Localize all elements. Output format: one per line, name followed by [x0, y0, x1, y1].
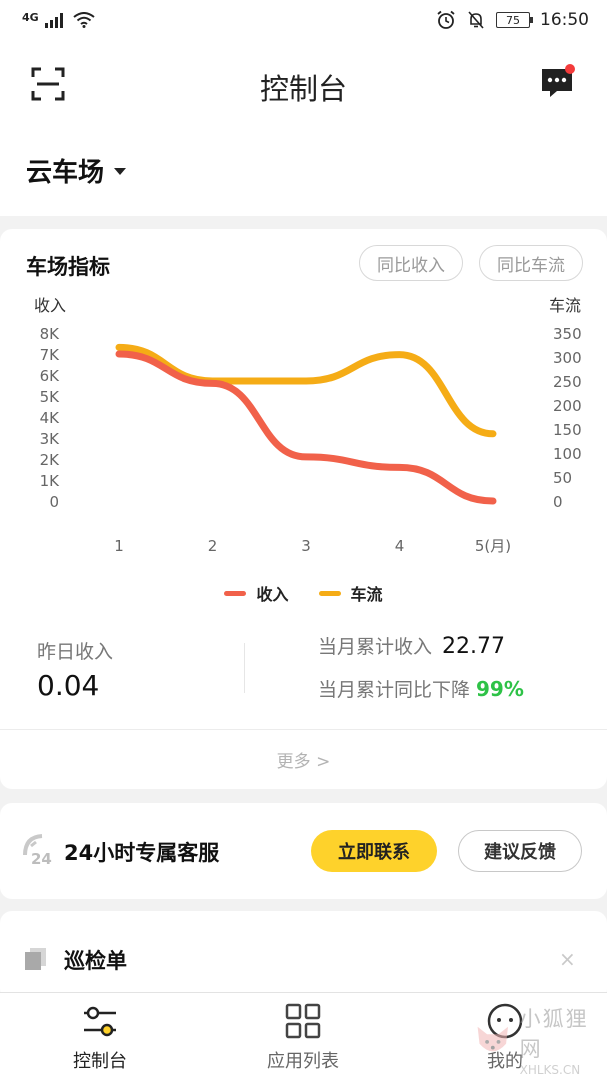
- right-tick-label: 200: [553, 397, 582, 415]
- 24h-badge-text: 24: [31, 850, 52, 867]
- more-link[interactable]: 更多 >: [0, 747, 607, 772]
- document-icon: [25, 948, 46, 970]
- battery-level: 75: [506, 13, 520, 27]
- left-tick-label: 5K: [40, 388, 61, 406]
- x-tick-label: 3: [301, 537, 311, 555]
- yesterday-revenue-label: 昨日收入: [37, 641, 114, 663]
- inspection-title: 巡检单: [64, 949, 127, 973]
- left-tick-label: 4K: [40, 409, 61, 427]
- tab-app-list[interactable]: 应用列表: [203, 993, 403, 1080]
- mute-bell-icon: [468, 11, 484, 29]
- left-tick-label: 2K: [40, 451, 61, 469]
- metrics-title: 车场指标: [26, 255, 110, 279]
- tab-console[interactable]: 控制台: [0, 993, 200, 1080]
- left-tick-label: 3K: [40, 430, 61, 448]
- x-tick-label: 2: [208, 537, 218, 555]
- month-yoy-row: 当月累计同比下降 99%: [318, 675, 524, 702]
- tab-label-console: 控制台: [73, 1051, 127, 1072]
- left-tick-label: 6K: [40, 367, 61, 385]
- status-left: 4G: [22, 10, 95, 28]
- status-bar: 4G 75 16:50: [0, 0, 607, 40]
- watermark-en: XHLKS.CN: [519, 1063, 581, 1077]
- chart-legend: 收入 车流: [0, 581, 607, 605]
- legend-label-revenue: 收入: [256, 585, 289, 604]
- metrics-card: 车场指标 同比收入 同比车流 收入 车流 0 1K 2K 3K 4K 5K 6K 7K 8K 0 50 1…: [0, 229, 607, 789]
- grid-icon: [285, 1003, 321, 1039]
- right-tick-label: 100: [553, 445, 582, 463]
- x-tick-label: 4: [395, 537, 405, 555]
- battery-icon: 75: [496, 12, 533, 28]
- notification-dot: [565, 64, 575, 74]
- watermark-cn: 小狐狸网: [519, 1007, 589, 1061]
- alarm-icon: [437, 10, 455, 29]
- service-title: 24小时专属客服: [64, 841, 220, 865]
- month-revenue-label: 当月累计收入: [318, 636, 433, 658]
- month-yoy-label: 当月累计同比下降: [318, 679, 471, 701]
- right-tick-label: 0: [553, 493, 563, 511]
- month-revenue-row: 当月累计收入 22.77: [318, 632, 505, 659]
- service-card: 24 24小时专属客服 立即联系 建议反馈: [0, 803, 607, 899]
- stat-divider: [244, 643, 245, 693]
- more-divider: [0, 729, 607, 730]
- status-right: 75 16:50: [436, 10, 589, 30]
- tab-label-app-list: 应用列表: [267, 1051, 339, 1072]
- 24h-service-icon: 24: [23, 834, 52, 867]
- right-axis-title: 车流: [549, 296, 581, 315]
- legend-item-revenue: 收入: [224, 581, 289, 605]
- traffic-yoy-button[interactable]: 同比车流: [479, 245, 583, 281]
- parking-lot-selector[interactable]: 云车场: [26, 152, 127, 189]
- clock: 16:50: [540, 10, 589, 30]
- contact-now-button[interactable]: 立即联系: [311, 830, 437, 872]
- legend-swatch-revenue: [224, 590, 247, 596]
- legend-swatch-traffic: [318, 590, 341, 596]
- x-tick-label: 1: [114, 537, 124, 555]
- left-tick-label: 1K: [40, 472, 61, 490]
- header: 控制台 云车场: [0, 40, 607, 216]
- left-tick-label: 7K: [40, 346, 61, 364]
- right-tick-label: 300: [553, 349, 582, 367]
- right-tick-label: 150: [553, 421, 582, 439]
- signal-icon: [44, 13, 63, 28]
- right-tick-label: 250: [553, 373, 582, 391]
- right-tick-label: 350: [553, 325, 582, 343]
- close-icon[interactable]: ×: [559, 947, 576, 971]
- inspection-card[interactable]: 巡检单 ×: [0, 911, 607, 1001]
- fox-logo-icon: [477, 1026, 508, 1052]
- watermark-text: 小狐狸网 XHLKS.CN: [520, 1003, 607, 1077]
- revenue-yoy-button[interactable]: 同比收入: [359, 245, 463, 281]
- wifi-icon: [73, 12, 95, 28]
- legend-item-traffic: 车流: [318, 581, 383, 605]
- metrics-chart: 收入 车流 0 1K 2K 3K 4K 5K 6K 7K 8K 0 50 100 150 200 250 300 3…: [34, 296, 582, 555]
- series-line-traffic: [115, 343, 497, 438]
- message-icon[interactable]: [540, 64, 576, 100]
- month-yoy-value: 99%: [476, 677, 524, 701]
- page-title: 控制台: [259, 72, 347, 106]
- left-tick-label: 0: [49, 493, 59, 511]
- x-tick-label: 5(月): [475, 537, 511, 555]
- caret-down-icon: [114, 168, 127, 175]
- parking-lot-name: 云车场: [26, 158, 105, 188]
- left-axis-title: 收入: [34, 296, 66, 315]
- legend-label-traffic: 车流: [350, 585, 383, 604]
- month-revenue-value: 22.77: [442, 634, 505, 659]
- sliders-icon: [84, 1006, 116, 1037]
- yesterday-revenue-value: 0.04: [37, 669, 100, 702]
- network-type: 4G: [22, 10, 39, 24]
- right-tick-label: 50: [553, 469, 572, 487]
- left-tick-label: 8K: [40, 325, 61, 343]
- feedback-button[interactable]: 建议反馈: [458, 830, 582, 872]
- watermark: 小狐狸网 XHLKS.CN: [470, 1000, 607, 1080]
